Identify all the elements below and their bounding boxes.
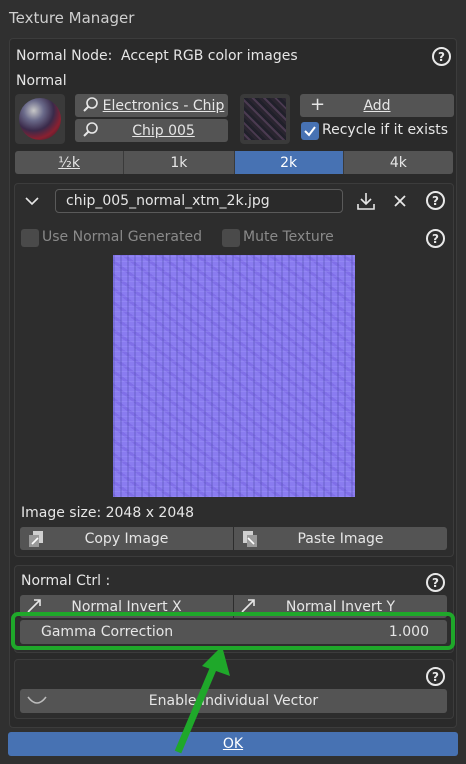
help-icon[interactable]: ? bbox=[426, 229, 445, 248]
search-icon bbox=[83, 97, 99, 117]
close-icon[interactable] bbox=[392, 193, 408, 213]
recycle-label: Recycle if it exists bbox=[322, 122, 449, 138]
window-title: Texture Manager bbox=[9, 9, 135, 27]
checkmark-icon bbox=[304, 126, 316, 137]
copy-icon bbox=[26, 529, 46, 553]
normal-map-image bbox=[113, 255, 355, 497]
use-normal-generated-checkbox[interactable] bbox=[21, 229, 39, 247]
copy-image-label: Copy Image bbox=[84, 530, 169, 547]
help-icon[interactable]: ? bbox=[432, 47, 451, 66]
paste-image-button[interactable]: Paste Image bbox=[234, 527, 447, 550]
collapse-chevron-icon[interactable] bbox=[24, 194, 40, 212]
filename-field[interactable]: chip_005_normal_xtm_2k.jpg bbox=[55, 189, 343, 213]
texture-preview-image bbox=[244, 98, 286, 140]
mute-texture-label: Mute Texture bbox=[243, 229, 334, 245]
resolution-2k[interactable]: 2k bbox=[234, 151, 343, 174]
download-icon[interactable] bbox=[356, 191, 376, 215]
section-label: Normal bbox=[16, 73, 67, 89]
filename-text: chip_005_normal_xtm_2k.jpg bbox=[66, 193, 270, 209]
texture-thumbnail[interactable] bbox=[240, 94, 290, 144]
category-label: Electronics - Chip bbox=[102, 97, 225, 114]
resolution-4k[interactable]: 4k bbox=[342, 151, 453, 174]
search-icon bbox=[83, 122, 99, 142]
resolution-selector: ½k 1k 2k 4k bbox=[15, 151, 453, 174]
sphere-thumbnail bbox=[19, 98, 61, 140]
item-search-button[interactable]: Chip 005 bbox=[75, 119, 228, 142]
resolution-1k[interactable]: 1k bbox=[124, 151, 235, 174]
normal-ctrl-title: Normal Ctrl : bbox=[21, 573, 111, 589]
help-icon[interactable]: ? bbox=[426, 573, 445, 592]
resolution-half-k[interactable]: ½k bbox=[15, 151, 125, 174]
paste-image-label: Paste Image bbox=[297, 530, 384, 547]
use-normal-generated-label: Use Normal Generated bbox=[42, 229, 202, 245]
recycle-checkbox[interactable] bbox=[301, 122, 319, 140]
help-icon[interactable]: ? bbox=[426, 667, 445, 686]
category-search-button[interactable]: Electronics - Chip bbox=[75, 94, 228, 117]
normal-node-desc: Accept RGB color images bbox=[121, 48, 298, 64]
item-label: Chip 005 bbox=[132, 122, 195, 139]
mute-texture-checkbox[interactable] bbox=[222, 229, 240, 247]
paste-icon bbox=[240, 529, 260, 553]
add-button[interactable]: + Add bbox=[300, 94, 454, 117]
normal-node-label: Normal Node: bbox=[16, 48, 113, 64]
toggle-arc-icon bbox=[26, 693, 48, 713]
plus-icon: + bbox=[310, 94, 326, 115]
help-icon[interactable]: ? bbox=[426, 191, 445, 210]
add-label: Add bbox=[363, 97, 391, 114]
copy-image-button[interactable]: Copy Image bbox=[20, 527, 233, 550]
material-preview[interactable] bbox=[15, 94, 65, 144]
annotation-arrow-icon bbox=[174, 646, 230, 754]
image-size-text: Image size: 2048 x 2048 bbox=[21, 505, 195, 521]
